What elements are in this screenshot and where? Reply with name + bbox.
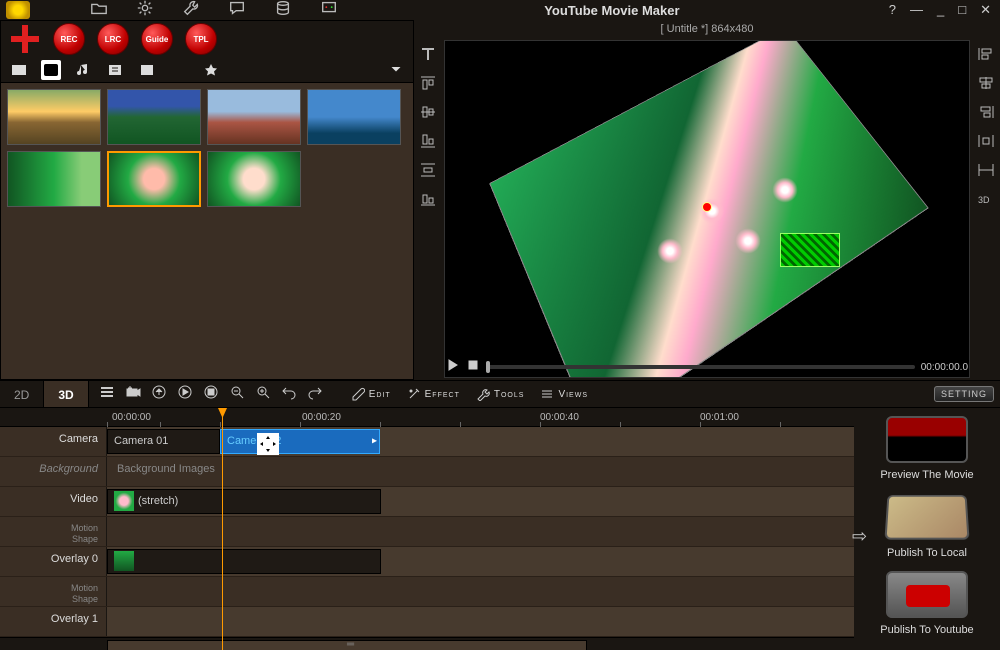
zoom-out-icon[interactable] bbox=[229, 384, 245, 405]
stop-circle-icon[interactable] bbox=[203, 384, 219, 405]
timeline-hscroll[interactable] bbox=[0, 637, 854, 650]
edit-menu[interactable]: Edit bbox=[343, 387, 399, 401]
tab-image[interactable] bbox=[41, 60, 61, 80]
move-cursor-icon bbox=[257, 433, 279, 455]
tab-picture[interactable] bbox=[137, 60, 157, 80]
clip-camera-02[interactable]: Camera 02 ▸ bbox=[220, 429, 380, 454]
thumbnail[interactable] bbox=[307, 89, 401, 145]
setting-button[interactable]: SETTING bbox=[934, 386, 994, 402]
svg-text:3D: 3D bbox=[978, 195, 990, 205]
thumbnail[interactable] bbox=[207, 151, 301, 207]
preview-movie-button[interactable] bbox=[886, 416, 968, 463]
stop-icon[interactable] bbox=[466, 358, 480, 377]
play-icon[interactable] bbox=[446, 358, 460, 377]
distribute-v-icon[interactable] bbox=[419, 162, 437, 183]
align-right-icon[interactable] bbox=[977, 104, 995, 125]
tools-menu[interactable]: Tools bbox=[468, 387, 533, 401]
tab-audio[interactable] bbox=[73, 60, 93, 80]
guide-button[interactable]: Guide bbox=[141, 23, 173, 55]
dropdown-arrow-icon[interactable] bbox=[387, 58, 405, 81]
3d-toggle-icon[interactable]: 3D bbox=[977, 191, 995, 212]
clip-camera-01[interactable]: Camera 01 bbox=[107, 429, 220, 454]
publish-youtube-button[interactable] bbox=[886, 571, 968, 618]
align-bottom-icon[interactable] bbox=[419, 133, 437, 154]
database-icon[interactable] bbox=[274, 0, 292, 22]
track-label-camera: Camera bbox=[0, 427, 107, 456]
menu-lines-icon[interactable] bbox=[99, 384, 115, 405]
stretch-h-icon[interactable] bbox=[977, 162, 995, 183]
export-arrow-icon: ⇨ bbox=[852, 526, 867, 547]
close-button[interactable]: ✕ bbox=[977, 2, 994, 18]
clip-video[interactable]: (stretch) bbox=[107, 489, 381, 514]
minimize-button[interactable]: _ bbox=[934, 2, 947, 18]
text-tool-icon[interactable] bbox=[419, 46, 437, 67]
preview-movie-label: Preview The Movie bbox=[880, 469, 973, 481]
wrench-icon[interactable] bbox=[182, 0, 200, 22]
thumbnail[interactable] bbox=[7, 89, 101, 145]
align-left-icon[interactable] bbox=[977, 46, 995, 67]
publish-local-button[interactable] bbox=[884, 495, 969, 540]
lrc-button[interactable]: LRC bbox=[97, 23, 129, 55]
publish-youtube-label: Publish To Youtube bbox=[880, 624, 973, 636]
template-button[interactable]: TPL bbox=[185, 23, 217, 55]
media-thumbnails bbox=[1, 83, 413, 379]
distribute-h-icon[interactable] bbox=[977, 133, 995, 154]
record-button[interactable]: REC bbox=[53, 23, 85, 55]
preview-canvas[interactable] bbox=[444, 40, 970, 378]
tab-text[interactable] bbox=[105, 60, 125, 80]
align-vcenter-icon[interactable] bbox=[419, 104, 437, 125]
track-label-overlay0-sub: MotionShape bbox=[0, 577, 107, 606]
settings-gear-icon[interactable] bbox=[136, 0, 154, 22]
add-button[interactable] bbox=[9, 23, 41, 55]
monitor-icon[interactable] bbox=[320, 0, 338, 22]
preview-timecode: 00:00:00.0 bbox=[921, 362, 968, 373]
pivot-point[interactable] bbox=[702, 202, 712, 212]
thumbnail[interactable] bbox=[107, 89, 201, 145]
align-top-icon[interactable] bbox=[419, 75, 437, 96]
publish-local-label: Publish To Local bbox=[887, 547, 967, 559]
clip-handle-icon[interactable]: ▸ bbox=[372, 436, 377, 447]
track-label-video: Video bbox=[0, 487, 107, 516]
mode-tab-3d[interactable]: 3D bbox=[44, 381, 88, 407]
effect-menu[interactable]: Effect bbox=[399, 387, 468, 401]
line-button[interactable]: ― bbox=[907, 2, 926, 18]
undo-icon[interactable] bbox=[281, 384, 297, 405]
tab-list-icon[interactable] bbox=[169, 60, 189, 80]
track-label-overlay1: Overlay 1 bbox=[0, 607, 107, 636]
preview-file-label: [ Untitle *] 864x480 bbox=[414, 20, 1000, 38]
align-hcenter-icon[interactable] bbox=[977, 75, 995, 96]
mode-tab-2d[interactable]: 2D bbox=[0, 381, 44, 407]
tab-plugin-icon[interactable] bbox=[201, 60, 221, 80]
app-logo bbox=[6, 1, 30, 19]
redo-icon[interactable] bbox=[307, 384, 323, 405]
thumbnail[interactable] bbox=[7, 151, 101, 207]
thumbnail[interactable] bbox=[207, 89, 301, 145]
tab-video[interactable] bbox=[9, 60, 29, 80]
background-placeholder: Background Images bbox=[107, 457, 854, 481]
open-icon[interactable] bbox=[90, 0, 108, 22]
track-label-video-sub: MotionShape bbox=[0, 517, 107, 546]
align-baseline-icon[interactable] bbox=[419, 191, 437, 212]
preview-seek-slider[interactable] bbox=[486, 365, 915, 369]
zoom-in-icon[interactable] bbox=[255, 384, 271, 405]
track-label-overlay0: Overlay 0 bbox=[0, 547, 107, 576]
add-camera-icon[interactable] bbox=[125, 384, 141, 405]
chat-icon[interactable] bbox=[228, 0, 246, 22]
track-label-background: Background bbox=[0, 457, 107, 486]
up-circle-icon[interactable] bbox=[151, 384, 167, 405]
help-button[interactable]: ? bbox=[886, 2, 899, 18]
play-circle-icon[interactable] bbox=[177, 384, 193, 405]
clip-overlay0[interactable] bbox=[107, 549, 381, 574]
playhead[interactable] bbox=[222, 408, 223, 650]
app-title: YouTube Movie Maker bbox=[338, 3, 886, 18]
timeline-ruler[interactable]: 00:00:00 00:00:20 00:00:40 00:01:00 bbox=[0, 408, 854, 427]
views-menu[interactable]: Views bbox=[532, 387, 596, 401]
maximize-button[interactable]: □ bbox=[955, 2, 969, 18]
thumbnail-selected[interactable] bbox=[107, 151, 201, 207]
